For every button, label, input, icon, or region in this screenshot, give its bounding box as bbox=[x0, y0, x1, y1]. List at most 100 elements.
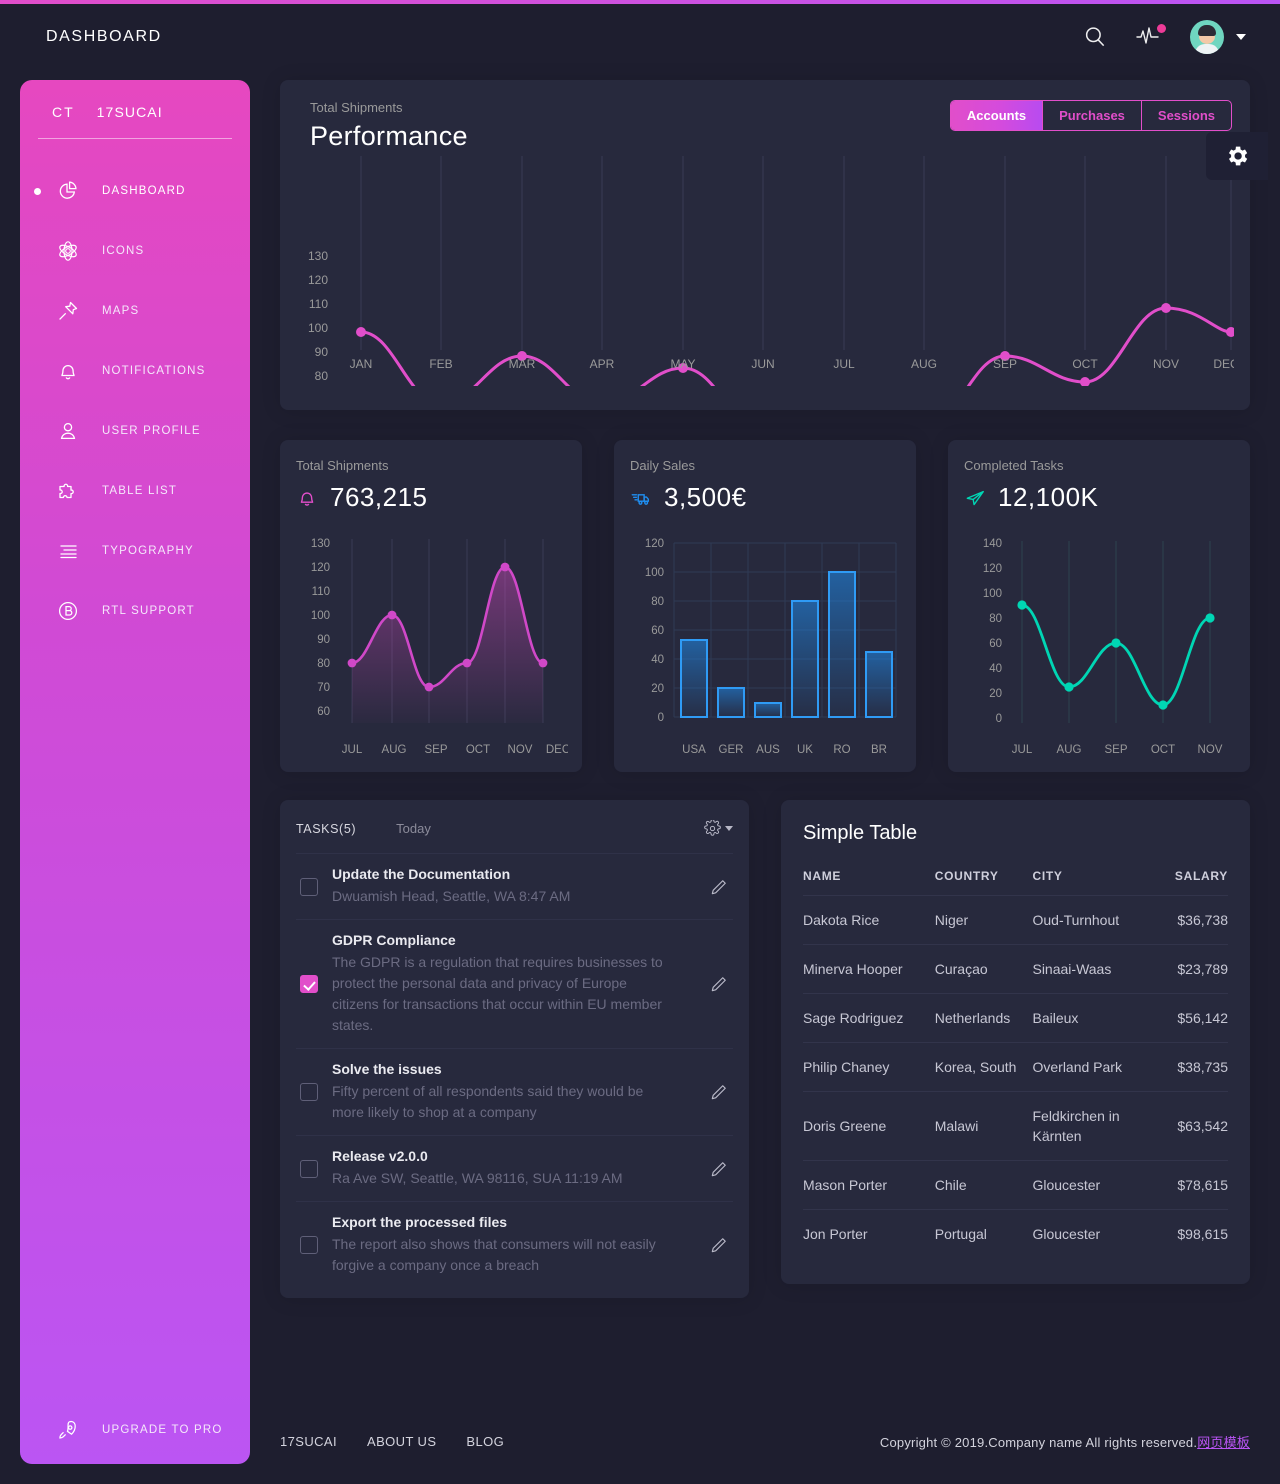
sidebar-item-dashboard[interactable]: DASHBOARD bbox=[20, 161, 250, 221]
svg-text:GER: GER bbox=[719, 744, 744, 756]
cell-country: Niger bbox=[934, 895, 1033, 945]
tab-accounts[interactable]: Accounts bbox=[950, 101, 1044, 130]
tasks-header: TASKS(5) Today bbox=[296, 816, 733, 853]
search-icon[interactable] bbox=[1082, 24, 1108, 50]
upgrade-to-pro-button[interactable]: UPGRADE TO PRO bbox=[20, 1418, 250, 1442]
activity-pulse-icon[interactable] bbox=[1136, 24, 1166, 50]
svg-text:130: 130 bbox=[311, 538, 330, 550]
copyright-link[interactable]: 网页模板 bbox=[1197, 1435, 1250, 1450]
table-row[interactable]: Jon Porter Portugal Gloucester $98,615 bbox=[803, 1210, 1228, 1259]
settings-fab-button[interactable] bbox=[1206, 132, 1268, 180]
copyright: Copyright © 2019.Company name All rights… bbox=[880, 1432, 1250, 1451]
sidebar-item-label: MAPS bbox=[102, 305, 140, 317]
performance-chart: 130 120 110 100 90 80 70 60 bbox=[308, 156, 1239, 433]
table-title: Simple Table bbox=[802, 822, 918, 844]
footer-link-blog[interactable]: BLOG bbox=[466, 1434, 504, 1449]
svg-text:JUL: JUL bbox=[833, 357, 855, 371]
performance-card: Total Shipments Performance Accounts Pur… bbox=[280, 80, 1268, 433]
svg-text:UK: UK bbox=[797, 744, 813, 756]
edit-pencil-icon[interactable] bbox=[709, 1082, 729, 1102]
task-checkbox[interactable] bbox=[300, 1083, 318, 1101]
atom-icon bbox=[56, 239, 80, 263]
col-name: NAME bbox=[802, 869, 935, 896]
sidebar-item-label: NOTIFICATIONS bbox=[102, 365, 206, 377]
task-item[interactable]: GDPR Compliance The GDPR is a regulation… bbox=[296, 919, 733, 1048]
tab-purchases[interactable]: Purchases bbox=[1043, 101, 1142, 130]
brand[interactable]: CT 17SUCAI bbox=[20, 80, 250, 138]
cell-country: Curaçao bbox=[934, 944, 1033, 994]
avatar[interactable] bbox=[1190, 20, 1224, 54]
task-title: Solve the issues bbox=[332, 1061, 442, 1077]
task-item[interactable]: Release v2.0.0 Ra Ave SW, Seattle, WA 98… bbox=[296, 1135, 733, 1201]
svg-text:OCT: OCT bbox=[466, 744, 490, 756]
sidebar-item-user-profile[interactable]: USER PROFILE bbox=[20, 401, 250, 461]
edit-pencil-icon[interactable] bbox=[709, 877, 729, 897]
footer-links: 17SUCAI ABOUT US BLOG bbox=[280, 1434, 504, 1449]
task-title: Release v2.0.0 bbox=[332, 1148, 428, 1164]
edit-pencil-icon[interactable] bbox=[709, 1159, 729, 1179]
card-value: 12,100K bbox=[998, 482, 1099, 512]
footer: 17SUCAI ABOUT US BLOG Copyright © 2019.C… bbox=[280, 1432, 1250, 1451]
sidebar-item-table-list[interactable]: TABLE LIST bbox=[20, 461, 250, 521]
rocket-icon bbox=[56, 1418, 80, 1442]
sidebar-item-rtl-support[interactable]: RTL SUPPORT bbox=[20, 581, 250, 641]
svg-text:AUG: AUG bbox=[911, 357, 937, 371]
sidebar-item-icons[interactable]: ICONS bbox=[20, 221, 250, 281]
task-checkbox[interactable] bbox=[300, 877, 318, 896]
svg-text:RO: RO bbox=[833, 744, 850, 756]
footer-link-17sucai[interactable]: 17SUCAI bbox=[280, 1434, 337, 1449]
svg-text:APR: APR bbox=[590, 357, 615, 371]
tasks-settings-dropdown[interactable] bbox=[704, 820, 733, 837]
task-checkbox[interactable] bbox=[300, 975, 318, 993]
task-item[interactable]: Export the processed files The report al… bbox=[296, 1201, 733, 1288]
task-checkbox[interactable] bbox=[300, 1159, 318, 1178]
cell-country: Netherlands bbox=[934, 993, 1033, 1043]
cell-salary: $98,615 bbox=[1177, 1226, 1228, 1242]
edit-pencil-icon[interactable] bbox=[709, 1235, 729, 1255]
table-row[interactable]: Sage Rodriguez Netherlands Baileux $56,1… bbox=[802, 993, 1228, 1043]
gear-icon bbox=[704, 820, 721, 836]
gear-icon bbox=[1228, 146, 1248, 166]
svg-text:SEP: SEP bbox=[993, 357, 1017, 371]
cell-salary: $63,542 bbox=[1159, 1091, 1228, 1161]
cell-name: Doris Greene bbox=[802, 1091, 935, 1161]
sidebar-item-label: ICONS bbox=[102, 245, 145, 257]
send-icon bbox=[964, 487, 986, 509]
task-description: Fifty percent of all respondents said th… bbox=[332, 1083, 644, 1120]
sidebar-item-typography[interactable]: TYPOGRAPHY bbox=[20, 521, 250, 581]
edit-pencil-icon[interactable] bbox=[709, 974, 729, 994]
table-row[interactable]: Mason Porter Chile Gloucester $78,615 bbox=[802, 1160, 1228, 1210]
svg-text:40: 40 bbox=[651, 654, 664, 666]
task-description: The GDPR is a regulation that requires b… bbox=[332, 954, 663, 1033]
bell-icon bbox=[56, 359, 80, 383]
card-value: 3,500€ bbox=[664, 482, 747, 512]
completed-tasks-chart: 140 120 100 80 60 40 20 0 JUL AUG SEP OC… bbox=[983, 538, 1223, 756]
footer-link-about-us[interactable]: ABOUT US bbox=[367, 1434, 436, 1449]
brand-logo: CT bbox=[52, 104, 75, 120]
svg-text:JUN: JUN bbox=[751, 357, 774, 371]
table-row[interactable]: Doris Greene Malawi Feldkirchen in Kärnt… bbox=[802, 1091, 1228, 1161]
task-item[interactable]: Solve the issues Fifty percent of all re… bbox=[296, 1048, 733, 1135]
task-item[interactable]: Update the Documentation Dwuamish Head, … bbox=[296, 853, 733, 919]
card-value: 763,215 bbox=[330, 482, 428, 512]
svg-text:20: 20 bbox=[989, 688, 1002, 700]
cell-salary: $38,735 bbox=[1159, 1042, 1228, 1092]
table-row[interactable]: Dakota Rice Niger Oud-Turnhout $36,738 bbox=[802, 895, 1228, 945]
chevron-down-icon[interactable] bbox=[1236, 34, 1246, 40]
task-checkbox[interactable] bbox=[300, 1236, 318, 1254]
sidebar-item-notifications[interactable]: NOTIFICATIONS bbox=[20, 341, 250, 401]
tasks-filter-label: Today bbox=[396, 821, 431, 836]
sidebar-divider bbox=[38, 138, 232, 139]
copyright-text: Copyright © 2019.Company name All rights… bbox=[879, 1435, 1198, 1450]
cell-name: Dakota Rice bbox=[802, 895, 935, 945]
svg-text:JAN: JAN bbox=[350, 357, 373, 371]
sidebar: CT 17SUCAI DASHBOARD ICONS MAPS NOTIFICA… bbox=[20, 80, 250, 1464]
cell-country: Chile bbox=[934, 1160, 1033, 1210]
tab-sessions[interactable]: Sessions bbox=[1142, 101, 1231, 130]
table-row[interactable]: Minerva Hooper Curaçao Sinaai-Waas $23,7… bbox=[802, 944, 1228, 994]
sidebar-item-maps[interactable]: MAPS bbox=[20, 281, 250, 341]
col-city: CITY bbox=[1032, 869, 1160, 896]
table-row[interactable]: Philip Chaney Korea, South Overland Park… bbox=[802, 1042, 1228, 1092]
task-description: Ra Ave SW, Seattle, WA 98116, SUA 11:19 … bbox=[332, 1170, 623, 1186]
svg-text:FEB: FEB bbox=[429, 357, 452, 371]
